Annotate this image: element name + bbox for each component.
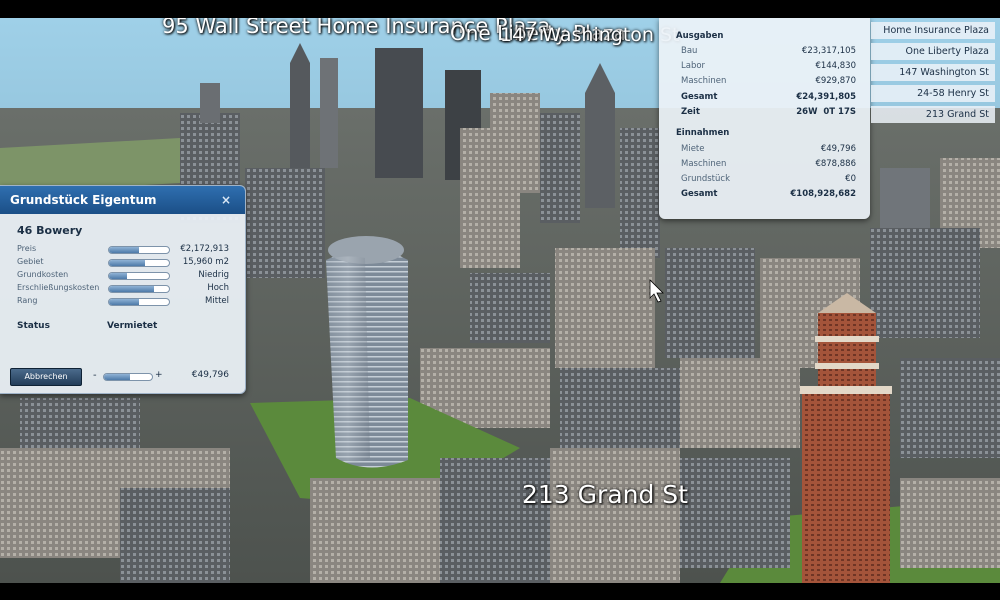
property-row-label: Erschließungskosten	[17, 283, 100, 292]
income-row: Miete €49,796	[681, 144, 856, 154]
letterbox-top	[0, 0, 1000, 18]
expense-row: Labor €144,830	[681, 61, 856, 71]
building-list-item[interactable]: 147 Washington St	[871, 64, 995, 81]
income-row: Maschinen €878,886	[681, 159, 856, 169]
property-panel-title: Grundstück Eigentum	[10, 193, 157, 207]
income-row: Grundstück €0	[681, 174, 856, 184]
map-label-213-grand[interactable]: 213 Grand St	[522, 480, 688, 509]
property-row-label: Gebiet	[17, 257, 44, 266]
property-level-bar	[108, 259, 170, 267]
property-row-label: Grundkosten	[17, 270, 69, 279]
rent-decrease-button[interactable]: -	[93, 370, 97, 381]
rent-increase-button[interactable]: +	[155, 370, 163, 380]
property-row: Grundkosten Niedrig	[17, 270, 229, 282]
property-level-bar	[108, 246, 170, 254]
income-total-row: Gesamt €108,928,682	[681, 189, 856, 199]
property-panel-header: Grundstück Eigentum ×	[0, 186, 245, 214]
property-row: Gebiet 15,960 m2	[17, 257, 229, 269]
letterbox-bottom	[0, 583, 1000, 600]
property-row-value: Niedrig	[198, 270, 229, 280]
building-list-item[interactable]: One Liberty Plaza	[871, 43, 995, 60]
building-list: Home Insurance Plaza One Liberty Plaza 1…	[871, 22, 995, 127]
property-row-label: Rang	[17, 296, 38, 305]
map-label-147-washington[interactable]: 147 Washington St	[500, 24, 680, 46]
property-row-value: Hoch	[207, 283, 229, 293]
expense-row: Maschinen €929,870	[681, 76, 856, 86]
property-row-value: Mittel	[205, 296, 229, 306]
status-value: Vermietet	[107, 321, 158, 331]
rent-price: €49,796	[191, 370, 229, 380]
expense-row: Bau €23,317,105	[681, 46, 856, 56]
building-list-item[interactable]: 24-58 Henry St	[871, 85, 995, 102]
property-level-bar	[108, 285, 170, 293]
property-level-bar	[108, 272, 170, 280]
property-row: Rang Mittel	[17, 296, 229, 308]
expenses-total-row: Gesamt €24,391,805	[681, 92, 856, 102]
property-row-value: 15,960 m2	[182, 257, 229, 267]
property-row: Erschließungskosten Hoch	[17, 283, 229, 295]
property-row-label: Preis	[17, 244, 37, 253]
finance-panel: Ausgaben Bau €23,317,105 Labor €144,830 Ma…	[659, 18, 870, 219]
status-label: Status	[17, 321, 50, 331]
curved-glass-tower[interactable]	[326, 236, 408, 468]
property-row: Preis €2,172,913	[17, 244, 229, 256]
building-list-item[interactable]: Home Insurance Plaza	[871, 22, 995, 39]
building-list-item[interactable]: 213 Grand St	[871, 106, 995, 123]
property-name: 46 Bowery	[17, 224, 83, 237]
expenses-heading: Ausgaben	[676, 31, 724, 41]
property-level-bar	[108, 298, 170, 306]
close-icon[interactable]: ×	[221, 186, 231, 214]
income-heading: Einnahmen	[676, 128, 730, 138]
game-viewport: 95 Wall Street Home Insurance Plaza One …	[0, 0, 1000, 600]
property-panel: Grundstück Eigentum × 46 Bowery Preis €2…	[0, 185, 246, 394]
property-row-value: €2,172,913	[180, 244, 229, 254]
cancel-button[interactable]: Abbrechen	[10, 368, 82, 386]
time-row: Zeit 26W 0T 17S	[681, 107, 856, 117]
rent-slider[interactable]	[103, 373, 153, 381]
